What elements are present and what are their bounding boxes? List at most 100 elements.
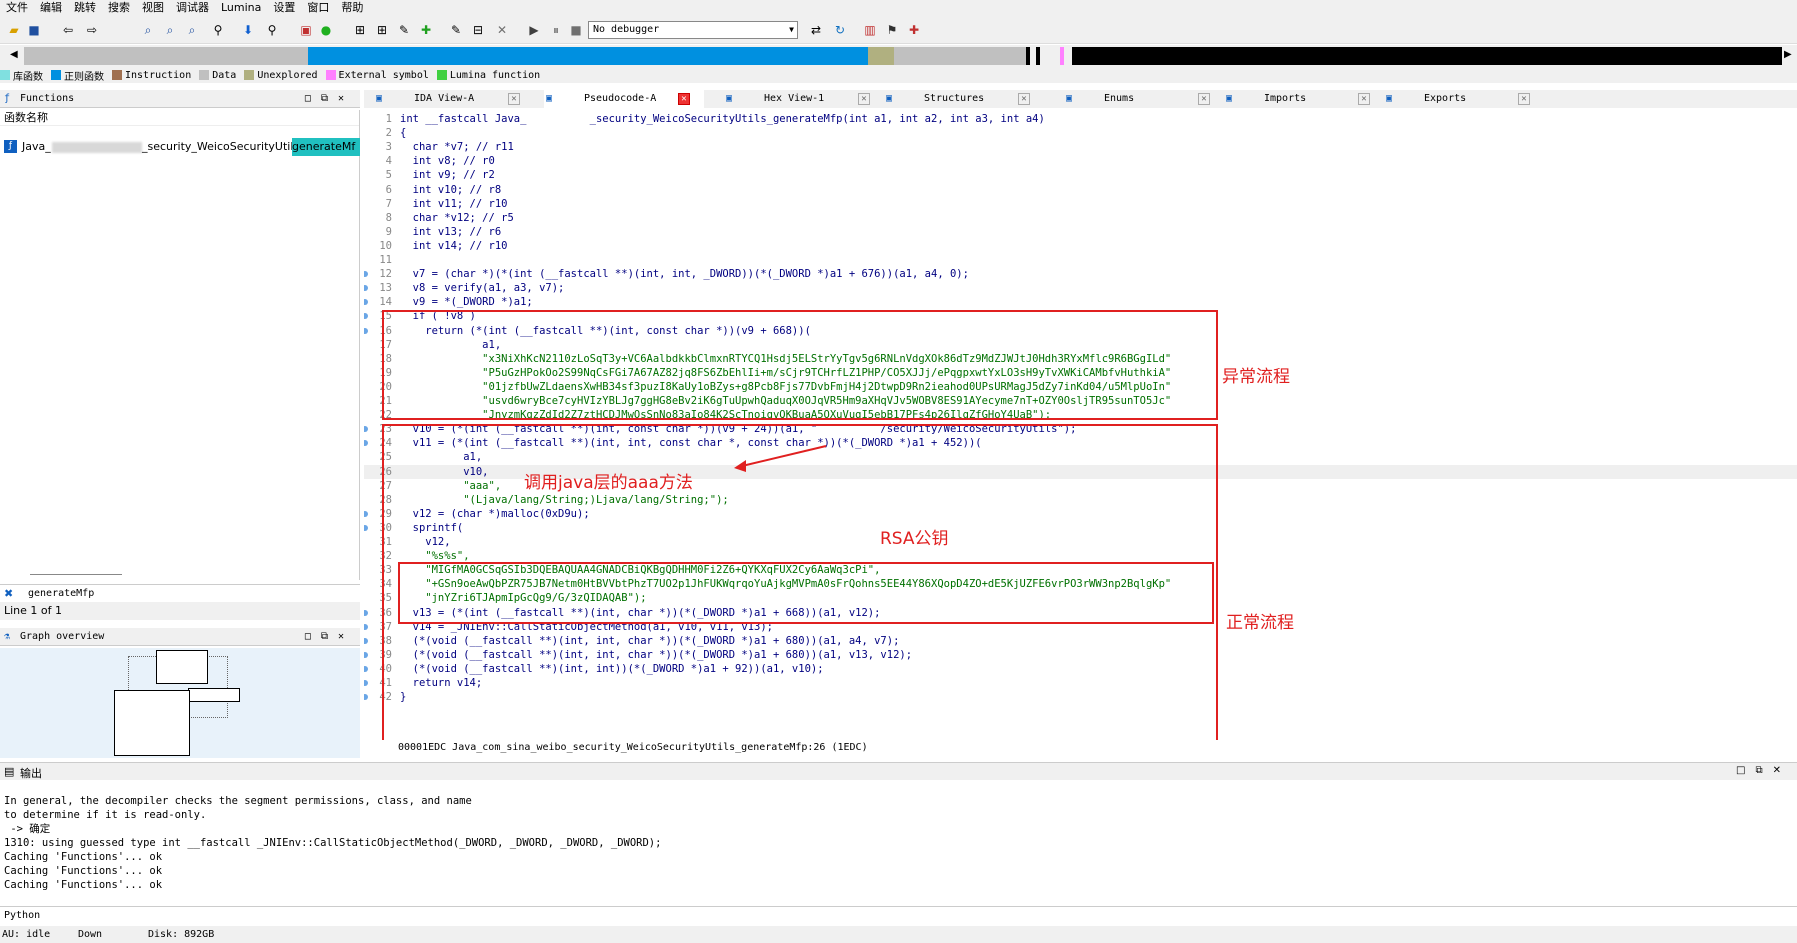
output-console[interactable]: In general, the decompiler checks the se… — [0, 782, 1797, 904]
code-line[interactable]: 2{ — [364, 126, 1797, 140]
pause-icon[interactable]: ⏸ — [548, 22, 564, 38]
panel-controls[interactable]: □⧉✕ — [1736, 765, 1791, 776]
breakpoint-dot-icon[interactable] — [364, 510, 368, 517]
navigation-band[interactable]: ◀ ▶ — [0, 45, 1797, 67]
code-line[interactable]: 8 char *v12; // r5 — [364, 211, 1797, 225]
code-line[interactable]: 6 int v10; // r8 — [364, 183, 1797, 197]
nav-left-arrow-icon[interactable]: ◀ — [10, 49, 18, 60]
line-number: 3 — [385, 141, 392, 154]
code-line[interactable]: 4 int v8; // r0 — [364, 154, 1797, 168]
graph-overview-canvas[interactable] — [0, 648, 360, 758]
breakpoint-dot-icon[interactable] — [364, 637, 368, 644]
tab-close-icon[interactable]: ✕ — [1518, 93, 1530, 105]
menu-item[interactable]: 搜索 — [102, 0, 136, 16]
xref-icon[interactable]: ⚲ — [264, 22, 280, 38]
code-line[interactable]: 9 int v13; // r6 — [364, 225, 1797, 239]
code-line[interactable]: 11 — [364, 253, 1797, 267]
code-line[interactable]: 10 int v14; // r10 — [364, 239, 1797, 253]
menu-item[interactable]: 文件 — [0, 0, 34, 16]
menu-item[interactable]: 调试器 — [170, 0, 215, 16]
tab-imports[interactable]: ▣ Imports ✕ — [1224, 90, 1384, 108]
breakpoint-dot-icon[interactable] — [364, 665, 368, 672]
code-line[interactable]: 7 int v11; // r10 — [364, 197, 1797, 211]
add-icon[interactable]: ✚ — [418, 22, 434, 38]
tab-close-icon[interactable]: ✕ — [508, 93, 520, 105]
search-binary-icon[interactable]: ⌕ — [162, 22, 178, 38]
breakpoint-dot-icon[interactable] — [364, 524, 368, 531]
breakpoint-dot-icon[interactable] — [364, 623, 368, 630]
breakpoint-dot-icon[interactable] — [364, 285, 368, 292]
tab-close-icon[interactable]: ✕ — [858, 93, 870, 105]
tab-enums[interactable]: ▣ Enums ✕ — [1064, 90, 1224, 108]
filter-close-icon[interactable]: ✖ — [4, 587, 13, 600]
tab-ida-view-a[interactable]: ▣ IDA View-A ✕ — [374, 90, 534, 108]
pseudocode-view[interactable]: 1 int __fastcall Java_ _security_WeicoSec… — [364, 110, 1797, 740]
function-row[interactable]: ƒ Java_ _security_WeicoSecurityUtils_ ge… — [0, 138, 360, 156]
legend-label: 正则函数 — [64, 71, 104, 83]
tab-exports[interactable]: ▣ Exports ✕ — [1384, 90, 1544, 108]
code-line[interactable]: 3 char *v7; // r11 — [364, 140, 1797, 154]
breakpoint-dot-icon[interactable] — [364, 426, 368, 433]
plugin-icon[interactable]: ✚ — [906, 22, 922, 38]
menu-item[interactable]: 设置 — [267, 0, 301, 16]
tree-icon[interactable]: ⚑ — [884, 22, 900, 38]
code-line[interactable]: 14 v9 = *(_DWORD *)a1; — [364, 295, 1797, 309]
panel-controls[interactable]: □⧉✕ — [305, 90, 354, 108]
search-imm-icon[interactable]: ⌕ — [184, 22, 200, 38]
tab-close-icon[interactable]: ✕ — [678, 93, 690, 105]
play-icon[interactable]: ▶ — [526, 22, 542, 38]
debug-attach-icon[interactable]: ⇄ — [808, 22, 824, 38]
search-next-icon[interactable]: ⚲ — [210, 22, 226, 38]
breakpoint-dot-icon[interactable] — [364, 680, 368, 686]
menu-item[interactable]: Lumina — [215, 0, 267, 16]
debugger-select[interactable]: No debugger — [588, 21, 798, 39]
graph-view-icon[interactable]: ▣ — [298, 22, 314, 38]
menu-item[interactable]: 视图 — [136, 0, 170, 16]
save-icon[interactable]: ■ — [26, 22, 42, 38]
tab-structures[interactable]: ▣ Structures ✕ — [884, 90, 1044, 108]
stop-icon[interactable]: ■ — [568, 22, 584, 38]
debug-refresh-icon[interactable]: ↻ — [832, 22, 848, 38]
breakpoint-dot-icon[interactable] — [364, 313, 368, 320]
scrollbar[interactable] — [30, 574, 122, 575]
code-line[interactable]: 13 v8 = verify(a1, a3, v7); — [364, 281, 1797, 295]
code-text: int __fastcall Java_ _security_WeicoSecu… — [400, 113, 1045, 125]
code-line[interactable]: 12 v7 = (char *)(*(int (__fastcall **)(i… — [364, 267, 1797, 281]
close-x-icon[interactable]: ✕ — [494, 22, 510, 38]
chart-icon[interactable]: ▥ — [862, 22, 878, 38]
forward-icon[interactable]: ⇨ — [84, 22, 100, 38]
tab-pseudocode-a[interactable]: ▣ Pseudocode-A ✕ — [544, 90, 704, 108]
edit-icon[interactable]: ✎ — [448, 22, 464, 38]
legend-swatch — [325, 70, 336, 80]
breakpoint-dot-icon[interactable] — [364, 651, 368, 658]
code-line[interactable]: 1 int __fastcall Java_ _security_WeicoSec… — [364, 112, 1797, 126]
back-icon[interactable]: ⇦ — [60, 22, 76, 38]
tab-close-icon[interactable]: ✕ — [1018, 93, 1030, 105]
breakpoint-dot-icon[interactable] — [364, 271, 368, 278]
nav-right-arrow-icon[interactable]: ▶ — [1784, 49, 1792, 60]
jump-down-icon[interactable]: ⬇ — [240, 22, 256, 38]
breakpoint-dot-icon[interactable] — [364, 440, 368, 447]
breakpoint-dot-icon[interactable] — [364, 694, 368, 701]
breakpoint-dot-icon[interactable] — [364, 299, 368, 306]
menu-item[interactable]: 编辑 — [34, 0, 68, 16]
code-line[interactable]: 5 int v9; // r2 — [364, 168, 1797, 182]
tool-icon[interactable]: ✎ — [396, 22, 412, 38]
tab-close-icon[interactable]: ✕ — [1198, 93, 1210, 105]
menu-item[interactable]: 帮助 — [335, 0, 369, 16]
patch2-icon[interactable]: ⊞ — [374, 22, 390, 38]
filter-input[interactable]: generateMfp — [28, 588, 94, 599]
python-input[interactable]: Python — [0, 906, 1797, 924]
menu-item[interactable]: 窗口 — [301, 0, 335, 16]
open-icon[interactable]: ▰ — [6, 22, 22, 38]
breakpoint-dot-icon[interactable] — [364, 609, 368, 616]
breakpoint-dot-icon[interactable] — [364, 327, 368, 334]
menu-item[interactable]: 跳转 — [68, 0, 102, 16]
tab-hex-view-1[interactable]: ▣ Hex View-1 ✕ — [724, 90, 884, 108]
tab-close-icon[interactable]: ✕ — [1358, 93, 1370, 105]
segment-icon[interactable]: ⊟ — [470, 22, 486, 38]
search-text-icon[interactable]: ⌕ — [140, 22, 156, 38]
patch-icon[interactable]: ⊞ — [352, 22, 368, 38]
run-circle-icon[interactable]: ● — [318, 22, 334, 38]
panel-controls[interactable]: □⧉✕ — [305, 628, 354, 646]
